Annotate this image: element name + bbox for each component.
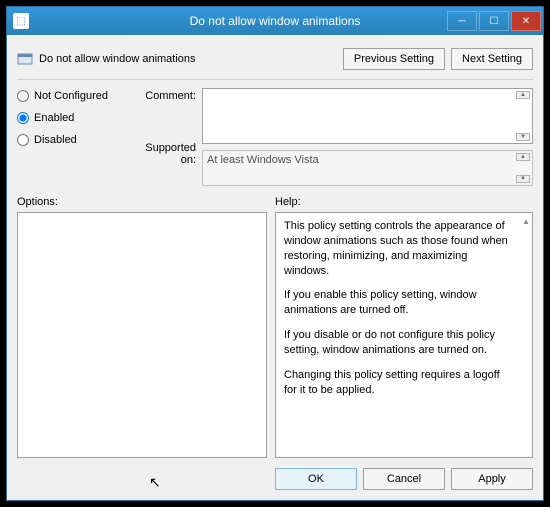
cursor-icon: ↖	[149, 474, 161, 491]
supported-on-field: At least Windows Vista ▲ ▼	[202, 150, 533, 186]
gpo-editor-window: ⬚ Do not allow window animations ─ ☐ ✕ D…	[6, 6, 544, 501]
maximize-button[interactable]: ☐	[479, 11, 509, 31]
app-icon: ⬚	[13, 13, 29, 29]
chevron-down-icon: ▼	[516, 175, 530, 183]
separator	[17, 79, 533, 80]
chevron-up-icon[interactable]: ▲	[516, 91, 530, 99]
radio-not-configured-input[interactable]	[17, 90, 29, 102]
help-pane: ▲ This policy setting controls the appea…	[275, 212, 533, 458]
supported-on-label: Supported on:	[127, 142, 196, 186]
ok-button[interactable]: OK	[275, 468, 357, 490]
comment-label: Comment:	[127, 88, 196, 102]
radio-not-configured-label: Not Configured	[34, 90, 108, 102]
cancel-button[interactable]: Cancel	[363, 468, 445, 490]
previous-setting-button[interactable]: Previous Setting	[343, 48, 445, 70]
client-area: Do not allow window animations Previous …	[7, 35, 543, 500]
options-pane	[17, 212, 267, 458]
help-text: If you enable this policy setting, windo…	[284, 288, 514, 318]
chevron-down-icon[interactable]: ▼	[516, 133, 530, 141]
radio-disabled[interactable]: Disabled	[17, 134, 127, 146]
radio-enabled-label: Enabled	[34, 112, 74, 124]
supported-on-value: At least Windows Vista	[207, 154, 319, 166]
help-text: This policy setting controls the appeara…	[284, 219, 514, 278]
minimize-button[interactable]: ─	[447, 11, 477, 31]
apply-button[interactable]: Apply	[451, 468, 533, 490]
chevron-up-icon[interactable]: ▲	[522, 217, 530, 228]
radio-enabled[interactable]: Enabled	[17, 112, 127, 124]
help-text: If you disable or do not configure this …	[284, 328, 514, 358]
titlebar[interactable]: ⬚ Do not allow window animations ─ ☐ ✕	[7, 7, 543, 35]
radio-enabled-input[interactable]	[17, 112, 29, 124]
help-text: Changing this policy setting requires a …	[284, 368, 514, 398]
options-label: Options:	[17, 196, 275, 208]
help-label: Help:	[275, 196, 301, 208]
policy-icon	[17, 51, 33, 67]
radio-disabled-label: Disabled	[34, 134, 77, 146]
radio-disabled-input[interactable]	[17, 134, 29, 146]
comment-field[interactable]: ▲ ▼	[202, 88, 533, 144]
radio-not-configured[interactable]: Not Configured	[17, 90, 127, 102]
next-setting-button[interactable]: Next Setting	[451, 48, 533, 70]
chevron-up-icon: ▲	[516, 153, 530, 161]
close-button[interactable]: ✕	[511, 11, 541, 31]
policy-name: Do not allow window animations	[39, 53, 196, 65]
